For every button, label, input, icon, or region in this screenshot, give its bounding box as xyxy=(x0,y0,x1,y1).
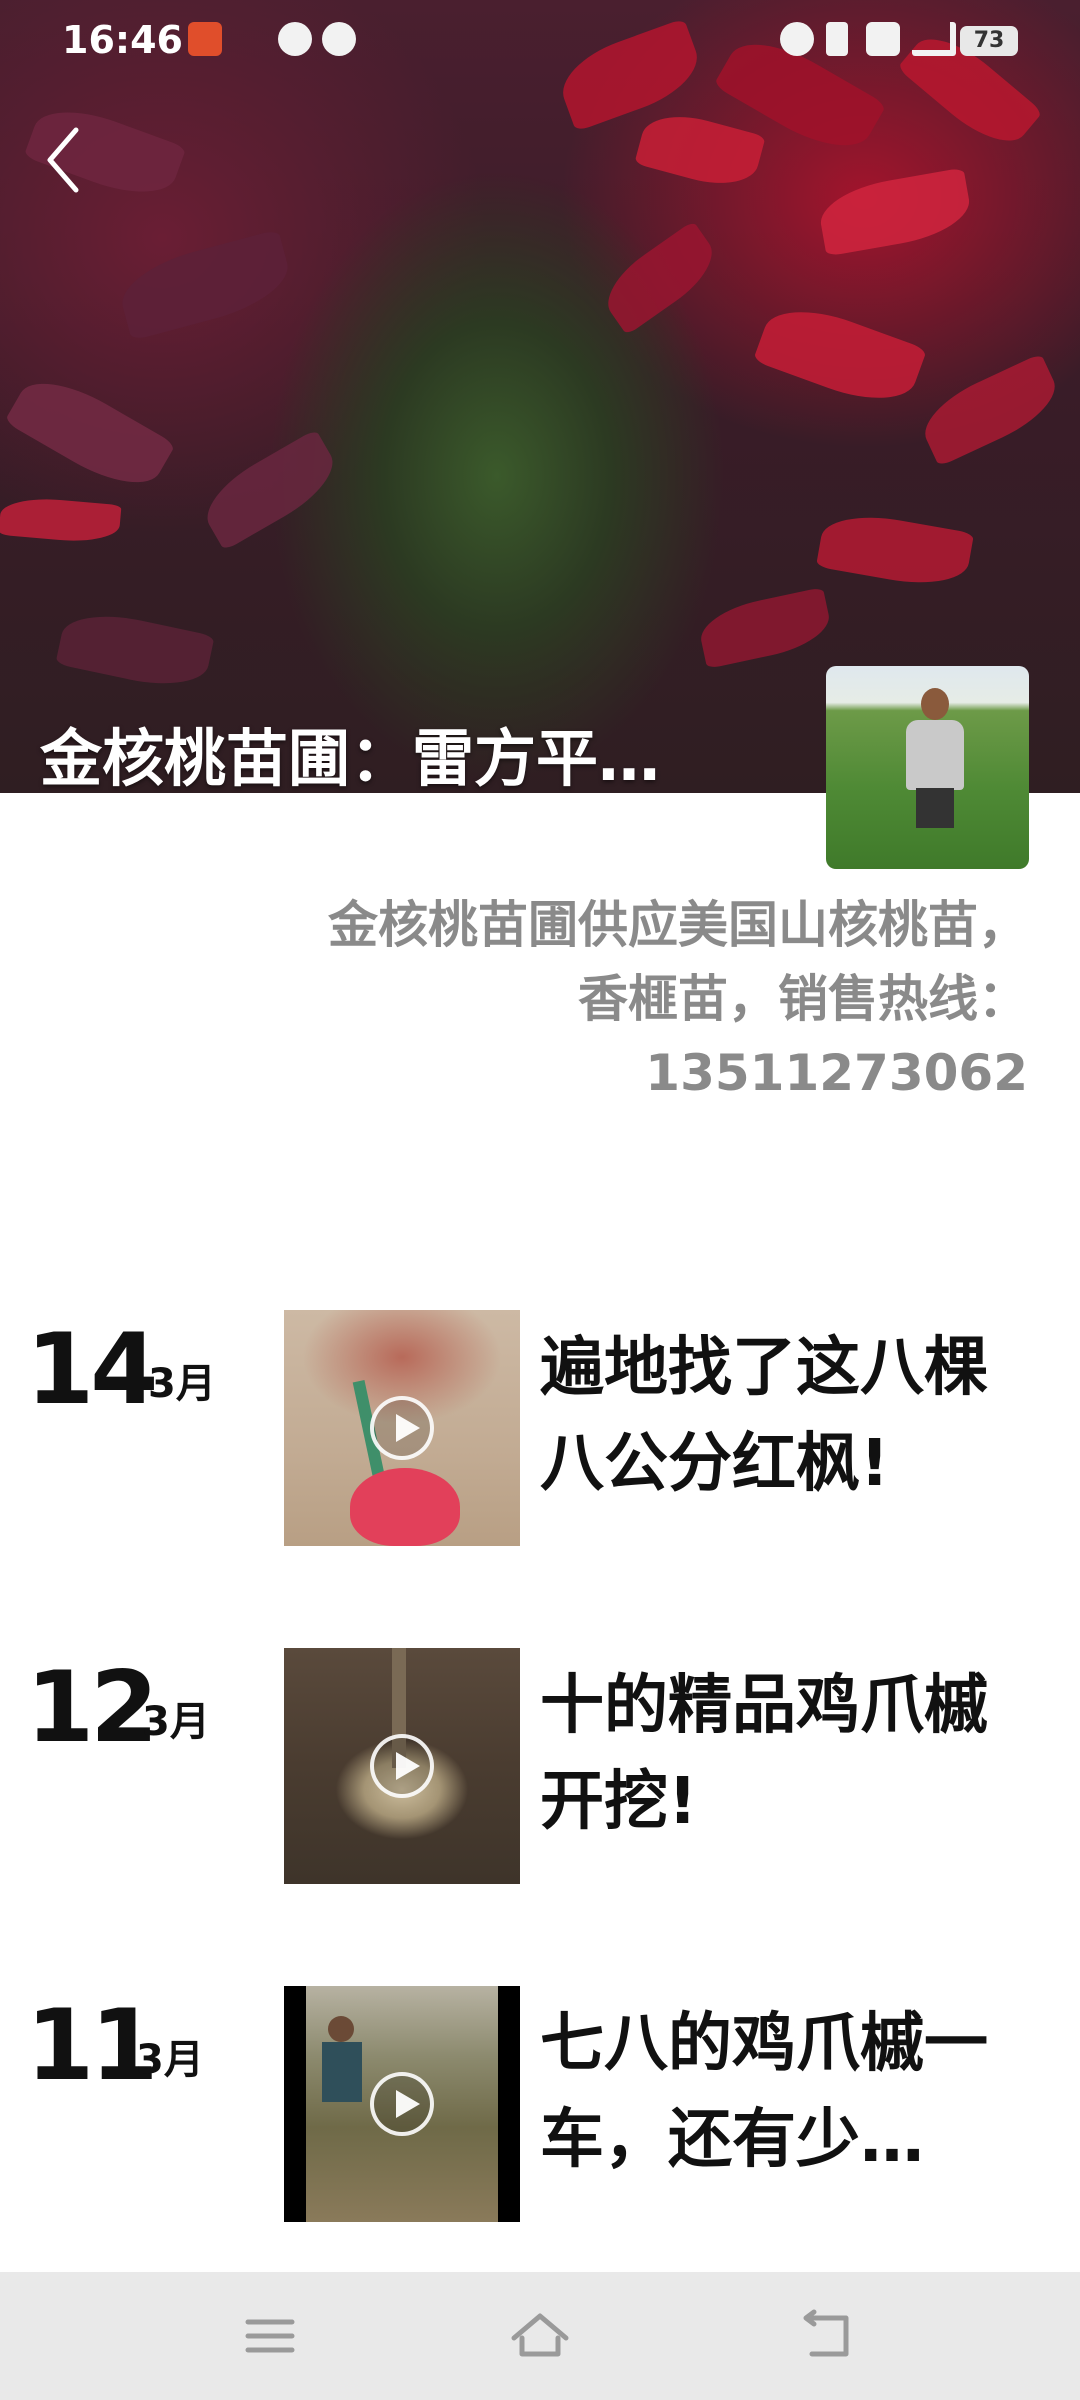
menu-icon xyxy=(245,2319,295,2353)
message-icon xyxy=(278,22,312,56)
status-time: 16:46 xyxy=(62,18,183,62)
back-button[interactable] xyxy=(36,122,92,198)
app-notification-icon xyxy=(188,22,222,56)
play-icon xyxy=(370,2072,434,2136)
chevron-left-icon xyxy=(47,127,79,193)
post-month: 3月 xyxy=(136,2037,204,2083)
profile-name: 金核桃苗圃：雷方平… xyxy=(40,722,661,793)
back-nav-button[interactable] xyxy=(786,2302,866,2370)
post-month: 3月 xyxy=(148,1361,216,1407)
play-icon xyxy=(370,1734,434,1798)
home-icon xyxy=(511,2313,569,2357)
system-navigation-bar xyxy=(0,2272,1080,2400)
signal-icon xyxy=(912,22,956,56)
play-icon xyxy=(370,1396,434,1460)
hd-icon xyxy=(866,22,900,56)
avatar[interactable] xyxy=(826,666,1029,869)
moments-page: 16:46 73 金核桃苗圃：雷方平… 金核桃苗圃供应美国山核桃苗，香榧苗，销售… xyxy=(0,0,1080,2400)
alarm-icon xyxy=(780,22,814,56)
post-title: 十的精品鸡爪槭开挖! xyxy=(540,1669,988,1839)
battery-indicator: 73 xyxy=(960,26,1018,56)
post-day: 12 xyxy=(26,1651,158,1765)
post-title: 遍地找了这八棵八公分红枫! xyxy=(540,1331,988,1501)
feed-item[interactable]: 12 3月 十的精品鸡爪槭开挖! xyxy=(0,1648,1080,1888)
vibrate-icon xyxy=(826,22,848,56)
video-thumbnail[interactable] xyxy=(284,1310,520,1546)
compass-icon xyxy=(322,22,356,56)
post-day: 14 xyxy=(26,1313,158,1427)
post-title: 七八的鸡爪槭一车，还有少… xyxy=(540,2007,988,2177)
post-month: 3月 xyxy=(142,1699,210,1745)
video-thumbnail[interactable] xyxy=(284,1986,520,2222)
video-thumbnail[interactable] xyxy=(284,1648,520,1884)
home-button[interactable] xyxy=(500,2302,580,2370)
profile-signature: 金核桃苗圃供应美国山核桃苗，香榧苗，销售热线：13511273062 xyxy=(328,896,1028,1102)
back-icon xyxy=(803,2309,849,2357)
menu-button[interactable] xyxy=(230,2302,310,2370)
feed-item[interactable]: 14 3月 遍地找了这八棵八公分红枫! xyxy=(0,1310,1080,1550)
status-bar: 16:46 73 xyxy=(0,0,1080,84)
feed-item[interactable]: 11 3月 七八的鸡爪槭一车，还有少… xyxy=(0,1986,1080,2226)
